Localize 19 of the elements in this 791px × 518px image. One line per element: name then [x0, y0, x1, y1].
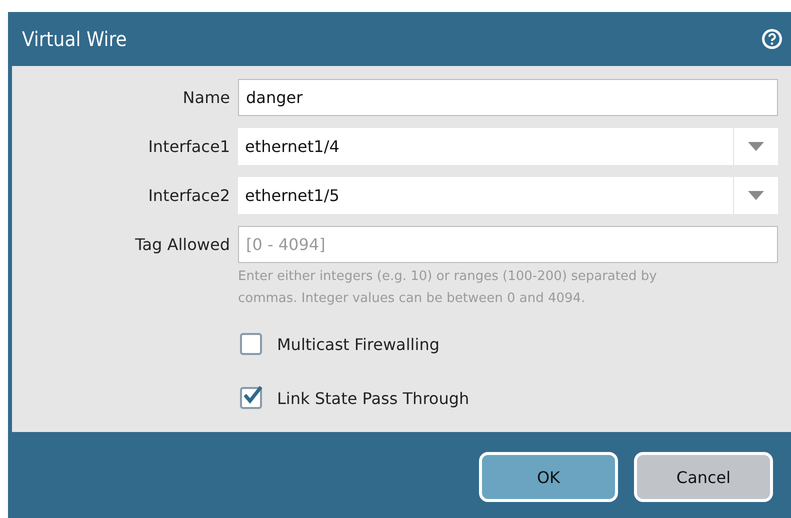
checkbox[interactable]	[240, 387, 262, 409]
dropdown[interactable]: ethernet1/4	[238, 128, 778, 165]
help-icon[interactable]	[761, 28, 783, 50]
field-label: Interface2	[147, 185, 230, 205]
caret-icon	[748, 142, 764, 151]
checkbox[interactable]	[240, 333, 262, 355]
field-label: Name	[182, 87, 230, 107]
cancel-button[interactable]: Cancel	[634, 452, 773, 502]
input-field[interactable]: [0 - 4094]	[238, 226, 778, 263]
caret-icon	[748, 191, 764, 200]
hint-text: Enter either integers (e.g. 10) or ranges (100-200) separated by commas. Integer values can be between 0 and 4094.	[238, 268, 658, 308]
checkbox-label: Link State Pass Through	[277, 388, 470, 408]
dropdown[interactable]: ethernet1/5	[238, 177, 778, 214]
input-field[interactable]: danger	[238, 79, 778, 116]
checkbox-label: Multicast Firewalling	[277, 334, 440, 354]
ok-button[interactable]: OK	[479, 452, 618, 502]
field-label: Interface1	[147, 136, 230, 156]
window-title: Virtual Wire	[22, 27, 127, 51]
field-label: Tag Allowed	[134, 234, 230, 254]
